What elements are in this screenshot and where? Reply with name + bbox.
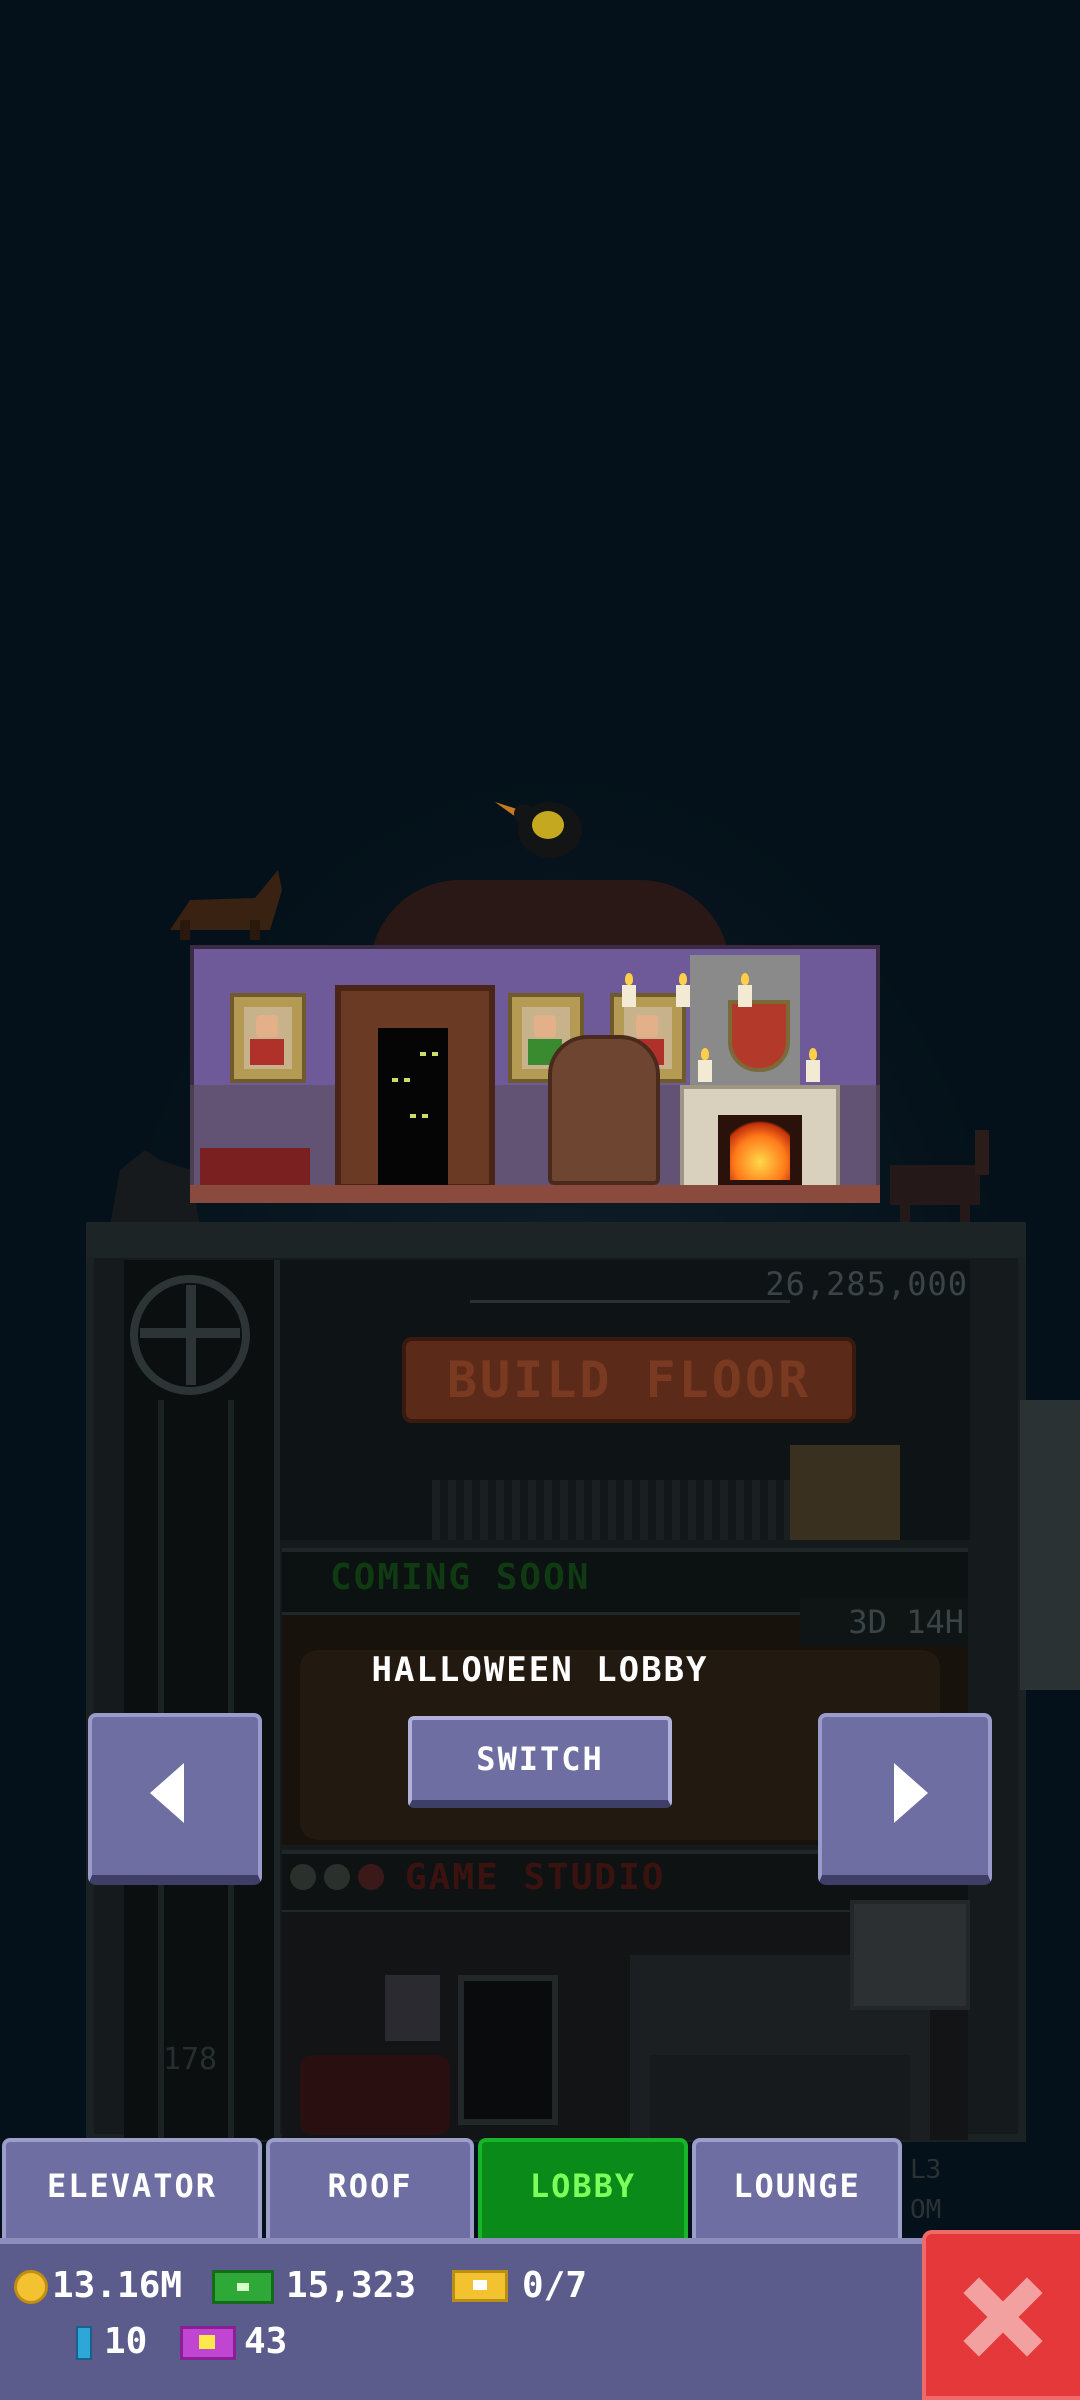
deer-decoration: [890, 1130, 989, 1230]
cash-value: 15,323: [286, 2265, 417, 2306]
tower-bux-icon: [76, 2326, 92, 2360]
bux-value: 10: [104, 2321, 148, 2362]
coming-soon-label: COMING SOON: [330, 1557, 591, 1598]
check-icon: [290, 1864, 316, 1890]
glowing-eyes: [410, 1114, 416, 1118]
arrow-left-icon: [150, 1763, 184, 1823]
tab-elevator[interactable]: ELEVATOR: [2, 2138, 262, 2238]
category-tabs: ELEVATOR ROOF LOBBY LOUNGE: [0, 2138, 910, 2238]
neighbor-building: [1020, 1400, 1080, 1690]
clock-icon: [324, 1864, 350, 1890]
studio-desks: [650, 2055, 910, 2140]
poster: [385, 1975, 440, 2041]
side-label: OM: [910, 2195, 942, 2225]
tab-lounge[interactable]: LOUNGE: [692, 2138, 902, 2238]
vip-value: 43: [244, 2321, 288, 2362]
wheel-spoke: [186, 1285, 196, 1385]
glowing-eyes: [420, 1052, 426, 1056]
toucan-decoration: [495, 802, 582, 858]
tab-roof[interactable]: ROOF: [266, 2138, 474, 2238]
candle: [698, 1048, 712, 1082]
construction-fence: [432, 1480, 832, 1540]
construction-worker: [790, 1445, 900, 1540]
game-studio-label: GAME STUDIO: [405, 1857, 666, 1898]
candle: [738, 973, 752, 1007]
tab-lobby[interactable]: LOBBY: [478, 2138, 688, 2238]
fox-decoration: [170, 870, 282, 940]
close-icon: [962, 2276, 1042, 2356]
coin-icon: [14, 2270, 48, 2304]
side-panel: [850, 1900, 970, 2010]
previous-lobby-button[interactable]: [88, 1713, 262, 1885]
studio-door: [458, 1975, 558, 2125]
glowing-eyes: [404, 1078, 410, 1082]
candle: [622, 973, 636, 1007]
lobby-name: HALLOWEEN LOBBY: [371, 1650, 709, 1690]
glowing-eyes: [422, 1114, 428, 1118]
candle: [806, 1048, 820, 1082]
coins-value: 13.16M: [52, 2265, 183, 2306]
build-floor-sign: BUILD FLOOR: [402, 1337, 856, 1423]
currency-bar: 13.16M 15,323 0/7 10 43: [0, 2238, 1080, 2400]
shield-decoration: [728, 1000, 790, 1072]
close-button[interactable]: [922, 2230, 1080, 2400]
portrait-frame: [230, 993, 306, 1083]
stock-icon: [358, 1864, 384, 1890]
side-label: L3: [910, 2155, 942, 2185]
switch-button[interactable]: SWITCH: [408, 1716, 672, 1808]
glowing-eyes: [432, 1052, 438, 1056]
fire-icon: [730, 1120, 790, 1180]
candle: [676, 973, 690, 1007]
next-lobby-button[interactable]: [818, 1713, 992, 1885]
arrow-right-icon: [894, 1763, 928, 1823]
vip-icon: [180, 2326, 236, 2360]
glowing-eyes: [392, 1078, 398, 1082]
side-table: [200, 1148, 310, 1186]
ticket-icon: [452, 2270, 508, 2302]
floor-timer: 3D 14H: [848, 1603, 964, 1641]
tickets-value: 0/7: [522, 2265, 588, 2306]
lobby-floor: [190, 1185, 880, 1203]
floor-status-icons: [290, 1858, 390, 1898]
floor-number: 178: [162, 2042, 218, 2077]
cash-icon: [212, 2270, 274, 2304]
studio-sofa: [300, 2055, 450, 2135]
coffin: [548, 1035, 660, 1185]
tower-roofline: [86, 1222, 1026, 1258]
